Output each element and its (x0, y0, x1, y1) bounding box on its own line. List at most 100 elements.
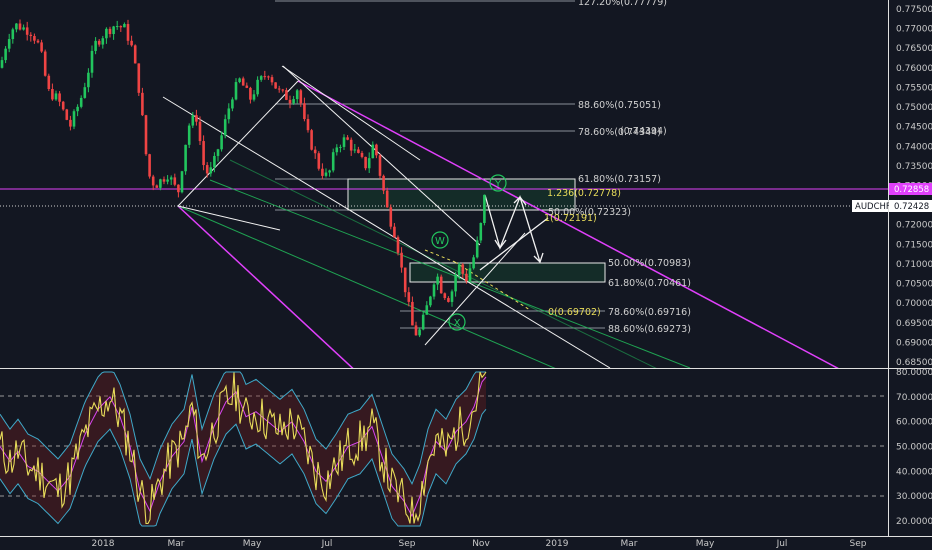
time-tick-label: Jul (321, 539, 333, 549)
svg-text:Y: Y (494, 179, 502, 190)
ext-label-1236: 1.236(0.72778) (547, 188, 621, 199)
price-tick-label: 0.74000 (896, 142, 932, 152)
candle-body (310, 130, 313, 150)
candle-body (69, 119, 72, 127)
candle-body (335, 147, 339, 153)
fib-label-886-lower: 88.60%(0.69273) (608, 324, 691, 335)
candle-body (483, 194, 486, 224)
rsi-pane[interactable] (0, 371, 888, 527)
candle-body (83, 87, 87, 98)
rsi-tick-label: 60.0000 (896, 418, 932, 428)
candle-body (43, 51, 47, 76)
price-tick-label: 0.74500 (896, 123, 932, 133)
candle-body (407, 292, 411, 302)
candle-body (54, 93, 58, 100)
price-tick-label: 0.76500 (896, 44, 932, 54)
candle-body (371, 144, 375, 159)
candle-body (447, 298, 450, 302)
candle-body (475, 240, 479, 258)
candle-body (461, 264, 465, 274)
wave-w[interactable]: W (431, 231, 449, 249)
candle-body (184, 144, 187, 172)
candle-body (213, 155, 216, 168)
fib-label-786-lower: 78.60%(0.69716) (608, 307, 691, 318)
candle-body (155, 185, 159, 188)
candle-body (151, 176, 155, 186)
candle-body (411, 301, 414, 326)
trading-chart[interactable]: 127.20%(0.77779) 88.60%(0.75051) 78.60%(… (0, 0, 932, 550)
time-tick-label: Nov (472, 539, 490, 549)
candle-body (130, 40, 133, 46)
candle-body (357, 149, 360, 153)
candle-body (148, 154, 151, 177)
last-price-tag: AUDCHF 0.72428 (852, 200, 932, 212)
wave-x[interactable]: X (448, 313, 466, 331)
candle-body (321, 168, 324, 176)
candle-body (133, 45, 137, 64)
candle-body (299, 90, 303, 104)
candle-body (436, 276, 439, 285)
price-tick-label: 0.76000 (896, 64, 932, 74)
candle-body (169, 177, 173, 180)
candle-body (90, 50, 94, 73)
resistance-zone[interactable] (347, 178, 576, 211)
candle-body (33, 36, 36, 41)
time-tick-label: May (243, 539, 262, 549)
candle-body (220, 135, 223, 150)
time-tick-label: May (696, 539, 715, 549)
candle-body (313, 149, 317, 154)
candle-body (364, 156, 367, 169)
candle-body (144, 115, 148, 155)
candle-body (65, 109, 69, 120)
candle-body (256, 79, 259, 95)
candle-body (285, 90, 288, 100)
candle-body (346, 137, 349, 140)
candle-body (429, 296, 432, 306)
candle-body (274, 82, 277, 89)
candle-body (403, 267, 407, 293)
price-tick-label: 0.77500 (896, 5, 932, 15)
rsi-tick-label: 20.0000 (896, 517, 932, 527)
candle-body (7, 39, 11, 49)
candle-body (105, 28, 108, 39)
candle-body (342, 137, 346, 147)
candle-body (249, 87, 252, 100)
candle-body (162, 179, 166, 182)
time-tick-label: Sep (850, 539, 867, 549)
price-tick-label: 0.69500 (896, 319, 932, 329)
candle-body (479, 223, 483, 241)
candle-body (439, 276, 443, 294)
candle-body (317, 153, 321, 169)
rsi-axis[interactable]: 80.0000 70.0000 60.0000 50.0000 40.0000 30.00… (896, 368, 932, 527)
candle-body (400, 252, 403, 268)
candle-body (457, 264, 461, 275)
time-tick-label: Jul (776, 539, 788, 549)
price-tick-label: 0.71500 (896, 240, 932, 250)
price-tick-label: 0.68500 (896, 358, 932, 368)
candle-body (378, 155, 382, 176)
ext-label-0: 0(0.69702) (548, 307, 601, 318)
time-axis[interactable]: 2018 Mar May Jul Sep Nov 2019 Mar May Jul Sep (92, 539, 867, 549)
candle-body (393, 226, 396, 238)
ext-label-1: 1(0.72191) (544, 213, 597, 224)
candle-body (375, 144, 378, 156)
candle-body (245, 85, 249, 88)
price-tick-label: 0.70000 (896, 299, 932, 309)
candle-body (421, 314, 425, 330)
candle-body (465, 273, 468, 282)
support-zone[interactable] (409, 262, 606, 283)
candle-body (36, 40, 40, 43)
candle-body (223, 119, 227, 136)
candle-body (468, 268, 472, 282)
candle-body (173, 177, 177, 185)
candle-body (281, 89, 285, 91)
candle-body (137, 63, 141, 93)
rsi-tick-label: 30.0000 (896, 492, 932, 502)
price-tick-label: 0.70500 (896, 280, 932, 290)
candle-body (385, 190, 389, 208)
candle-body (115, 26, 119, 28)
magenta-price-tag: 0.72858 (889, 183, 932, 195)
rsi-tick-label: 50.0000 (896, 443, 932, 453)
candle-body (202, 141, 205, 166)
candle-body (227, 108, 231, 120)
